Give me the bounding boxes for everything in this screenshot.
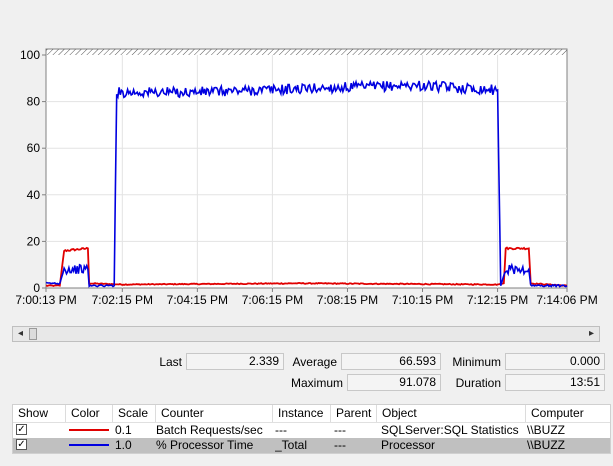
duration-value: 13:51 (505, 374, 605, 391)
y-tick-label: 80 (27, 95, 41, 109)
duration-label: Duration (455, 376, 501, 390)
x-tick-label: 7:08:15 PM (317, 293, 378, 307)
instance-cell: _Total (275, 438, 308, 452)
computer-cell: \\BUZZ (527, 438, 565, 452)
computer-cell: \\BUZZ (527, 423, 565, 437)
average-value: 66.593 (341, 353, 441, 370)
scroll-left-icon[interactable]: ◂ (13, 327, 28, 341)
maximum-label: Maximum (290, 376, 343, 390)
scale-cell: 0.1 (115, 423, 132, 437)
timeline-hatch-bar (46, 49, 567, 55)
scroll-thumb[interactable] (29, 328, 37, 340)
y-tick-label: 40 (27, 188, 41, 202)
col-color[interactable]: Color (66, 405, 113, 422)
parent-cell: --- (334, 423, 346, 437)
counter-cell: % Processor Time (156, 438, 254, 452)
x-axis: 7:00:13 PM 7:02:15 PM 7:04:15 PM 7:06:15 PM… (15, 288, 598, 307)
x-tick-label: 7:10:15 PM (392, 293, 453, 307)
counter-cell: Batch Requests/sec (156, 423, 263, 437)
color-swatch (69, 429, 109, 431)
performance-graph: 100806040200 7:00:13 PM 7:02:15 PM 7:04:15… (15, 48, 598, 307)
x-tick-label: 7:06:15 PM (242, 293, 303, 307)
plot-area (45, 48, 568, 289)
y-tick-label: 60 (27, 141, 41, 155)
col-counter[interactable]: Counter (156, 405, 273, 422)
y-tick-label: 20 (27, 234, 41, 248)
x-tick-label: 7:12:15 PM (467, 293, 528, 307)
average-label: Average (292, 355, 337, 369)
instance-cell: --- (275, 423, 287, 437)
col-computer[interactable]: Computer (526, 405, 612, 422)
table-header: Show Color Scale Counter Instance Parent… (13, 405, 610, 423)
col-parent[interactable]: Parent (331, 405, 377, 422)
x-tick-label: 7:00:13 PM (15, 293, 76, 307)
scale-cell: 1.0 (115, 438, 132, 452)
maximum-value: 91.078 (347, 374, 441, 391)
color-swatch (69, 444, 109, 446)
col-object[interactable]: Object (377, 405, 526, 422)
y-axis: 100806040200 (20, 48, 46, 295)
parent-cell: --- (334, 438, 346, 452)
last-label: Last (159, 355, 182, 369)
object-cell: Processor (381, 438, 436, 452)
show-checkbox[interactable]: ✓ (16, 439, 27, 450)
col-show[interactable]: Show (13, 405, 66, 422)
table-row[interactable]: ✓ 0.1 Batch Requests/sec --- --- SQLServ… (13, 423, 610, 438)
object-cell: SQLServer:SQL Statistics (381, 423, 519, 437)
scroll-right-icon[interactable]: ▸ (584, 327, 599, 341)
last-value: 2.339 (186, 353, 284, 370)
minimum-label: Minimum (452, 355, 501, 369)
minimum-value: 0.000 (505, 353, 605, 370)
x-tick-label: 7:02:15 PM (92, 293, 153, 307)
time-scrollbar[interactable]: ◂ ▸ (12, 326, 600, 342)
table-row[interactable]: ✓ 1.0 % Processor Time _Total --- Proces… (13, 438, 610, 453)
col-scale[interactable]: Scale (113, 405, 156, 422)
col-instance[interactable]: Instance (273, 405, 331, 422)
y-tick-label: 100 (20, 48, 40, 62)
counter-table: Show Color Scale Counter Instance Parent… (12, 404, 611, 454)
show-checkbox[interactable]: ✓ (16, 424, 27, 435)
x-tick-label: 7:14:06 PM (536, 293, 597, 307)
x-tick-label: 7:04:15 PM (167, 293, 228, 307)
